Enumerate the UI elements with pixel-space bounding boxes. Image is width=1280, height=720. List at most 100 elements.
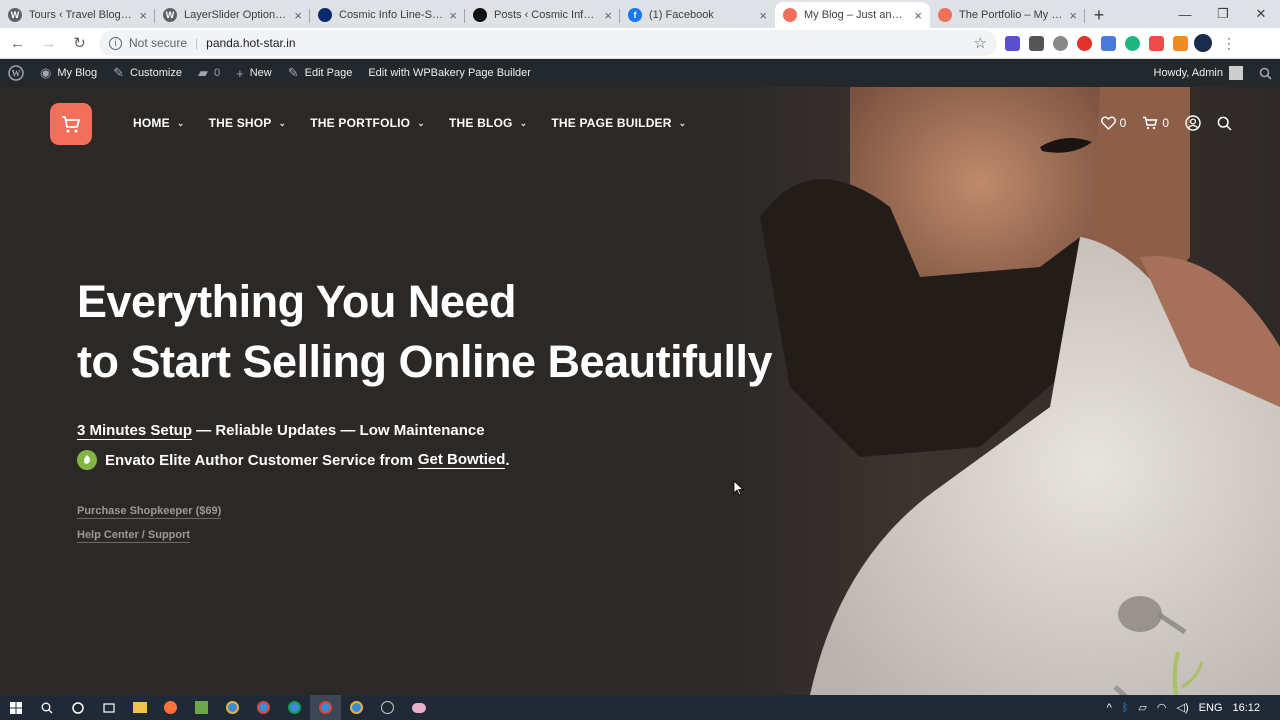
- app-icon[interactable]: [186, 695, 217, 720]
- grammarly-extension-icon[interactable]: [1125, 35, 1140, 51]
- search-button[interactable]: [1217, 116, 1232, 131]
- system-tray: ^ ᛒ ▱ ◠ ◁) ENG 16:12: [1107, 701, 1280, 715]
- bluetooth-icon[interactable]: ᛒ: [1122, 702, 1129, 714]
- browser-tab[interactable]: f (1) Facebook ×: [620, 2, 775, 28]
- extension-icon[interactable]: [1029, 35, 1044, 51]
- comment-icon: ▰: [197, 65, 208, 80]
- wp-logo-icon[interactable]: W: [0, 59, 32, 87]
- close-tab-icon[interactable]: ×: [1069, 8, 1077, 23]
- wp-customize[interactable]: ✎ Customize: [105, 59, 190, 87]
- url-text: panda.hot-star.in: [206, 36, 296, 50]
- close-tab-icon[interactable]: ×: [449, 8, 457, 23]
- chrome-icon[interactable]: [248, 695, 279, 720]
- wp-site-name[interactable]: ◉ My Blog: [32, 59, 105, 87]
- extension-icon[interactable]: [1173, 35, 1188, 51]
- windows-start-icon[interactable]: [0, 695, 31, 720]
- cart-count: 0: [1162, 116, 1169, 130]
- cortana-icon[interactable]: [62, 695, 93, 720]
- wp-search-icon[interactable]: [1251, 59, 1280, 87]
- chevron-down-icon: ⌄: [519, 117, 528, 128]
- close-tab-icon[interactable]: ×: [604, 8, 612, 23]
- headline-line-2: to Start Selling Online Beautifully: [77, 336, 773, 387]
- menu-item-page-builder[interactable]: THE PAGE BUILDER ⌄: [551, 116, 686, 130]
- browser-tab[interactable]: Posts ‹ Cosmic Info Lin ×: [465, 2, 620, 28]
- chrome-icon[interactable]: [279, 695, 310, 720]
- tab-title: The Portfolio – My Blog: [959, 9, 1064, 21]
- brush-icon: ✎: [113, 65, 124, 80]
- chevron-down-icon: ⌄: [417, 117, 425, 128]
- volume-icon[interactable]: ◁): [1177, 701, 1189, 714]
- menu-item-blog[interactable]: THE BLOG ⌄: [449, 116, 527, 130]
- wp-edit-wpbakery[interactable]: Edit with WPBakery Page Builder: [360, 59, 539, 87]
- wp-howdy[interactable]: Howdy, Admin: [1146, 59, 1252, 87]
- search-icon: [1217, 116, 1232, 131]
- cart-button[interactable]: 0: [1142, 116, 1169, 130]
- account-button[interactable]: [1185, 115, 1201, 131]
- setup-link[interactable]: 3 Minutes Setup: [77, 422, 193, 440]
- restore-button[interactable]: ❐: [1204, 0, 1242, 28]
- divider: |: [195, 36, 199, 50]
- tab-title: LayerSlider Options ‹ Tr: [184, 9, 288, 21]
- network-icon[interactable]: ▱: [1138, 701, 1146, 714]
- wp-edit-page[interactable]: ✎ Edit Page: [280, 59, 361, 87]
- admin-avatar: [1229, 66, 1243, 80]
- help-center-link[interactable]: Help Center / Support: [77, 529, 191, 543]
- extension-icon[interactable]: [1101, 35, 1116, 51]
- browser-tab[interactable]: Cosmic Info Line-Step ×: [310, 2, 465, 28]
- browser-tab[interactable]: The Portfolio – My Blog ×: [930, 2, 1085, 28]
- chrome-icon[interactable]: [217, 695, 248, 720]
- task-view-icon[interactable]: [93, 695, 124, 720]
- menu-label: THE PAGE BUILDER: [551, 116, 672, 130]
- close-tab-icon[interactable]: ×: [294, 8, 302, 23]
- search-icon[interactable]: [31, 695, 62, 720]
- globe-extension-icon[interactable]: [1053, 35, 1068, 51]
- menu-item-shop[interactable]: THE SHOP ⌄: [209, 116, 287, 130]
- wishlist-count: 0: [1119, 116, 1127, 130]
- menu-item-home[interactable]: HOME ⌄: [133, 116, 185, 130]
- file-explorer-icon[interactable]: [124, 695, 155, 720]
- purchase-link[interactable]: Purchase Shopkeeper ($69): [77, 505, 222, 519]
- tab-favicon-icon: [473, 8, 487, 22]
- extension-icon[interactable]: [1149, 35, 1164, 51]
- close-tab-icon[interactable]: ×: [139, 8, 147, 23]
- firefox-icon[interactable]: [155, 695, 186, 720]
- howdy-label: Howdy, Admin: [1153, 67, 1224, 79]
- support-end: .: [505, 451, 510, 469]
- clock[interactable]: 16:12: [1232, 702, 1260, 714]
- language-indicator[interactable]: ENG: [1199, 702, 1223, 714]
- close-tab-icon[interactable]: ×: [914, 8, 922, 23]
- extension-icon[interactable]: [1005, 35, 1020, 51]
- minimize-button[interactable]: —: [1166, 0, 1204, 28]
- chrome-icon[interactable]: [341, 695, 372, 720]
- menu-item-portfolio[interactable]: THE PORTFOLIO ⌄: [310, 116, 425, 130]
- browser-tab[interactable]: My Blog – Just anothe ×: [775, 2, 930, 28]
- wp-comments[interactable]: ▰ 0: [190, 59, 228, 87]
- info-icon[interactable]: i: [109, 36, 122, 50]
- tab-title: Tours ‹ Travel Blog — W: [29, 9, 133, 21]
- tab-separator: [1084, 9, 1085, 23]
- app-icon[interactable]: [403, 695, 434, 720]
- reload-button[interactable]: ↻: [66, 30, 93, 57]
- browser-tab[interactable]: W Tours ‹ Travel Blog — W ×: [0, 2, 155, 28]
- wishlist-button[interactable]: 0: [1100, 116, 1127, 130]
- new-tab-button[interactable]: +: [1085, 2, 1113, 28]
- wp-new[interactable]: + New: [228, 59, 280, 87]
- shop-logo[interactable]: [50, 103, 92, 145]
- back-button[interactable]: ←: [4, 30, 31, 57]
- opera-extension-icon[interactable]: [1077, 35, 1092, 51]
- chrome-menu-icon[interactable]: ⋮: [1222, 35, 1236, 52]
- profile-avatar[interactable]: [1194, 34, 1212, 52]
- forward-button[interactable]: →: [35, 30, 62, 57]
- address-bar[interactable]: i Not secure | panda.hot-star.in ☆: [99, 30, 997, 56]
- app-icon[interactable]: [372, 695, 403, 720]
- new-label: New: [249, 67, 272, 79]
- close-window-button[interactable]: ✕: [1242, 0, 1280, 28]
- chrome-icon-active[interactable]: [310, 695, 341, 720]
- get-bowtied-link[interactable]: Get Bowtied: [417, 451, 506, 469]
- wifi-icon[interactable]: ◠: [1157, 701, 1167, 714]
- chevron-up-icon[interactable]: ^: [1107, 702, 1112, 714]
- browser-tab[interactable]: W LayerSlider Options ‹ Tr ×: [155, 2, 310, 28]
- close-tab-icon[interactable]: ×: [759, 8, 767, 23]
- bookmark-star-icon[interactable]: ☆: [974, 34, 987, 52]
- mouse-cursor-icon: [733, 480, 745, 496]
